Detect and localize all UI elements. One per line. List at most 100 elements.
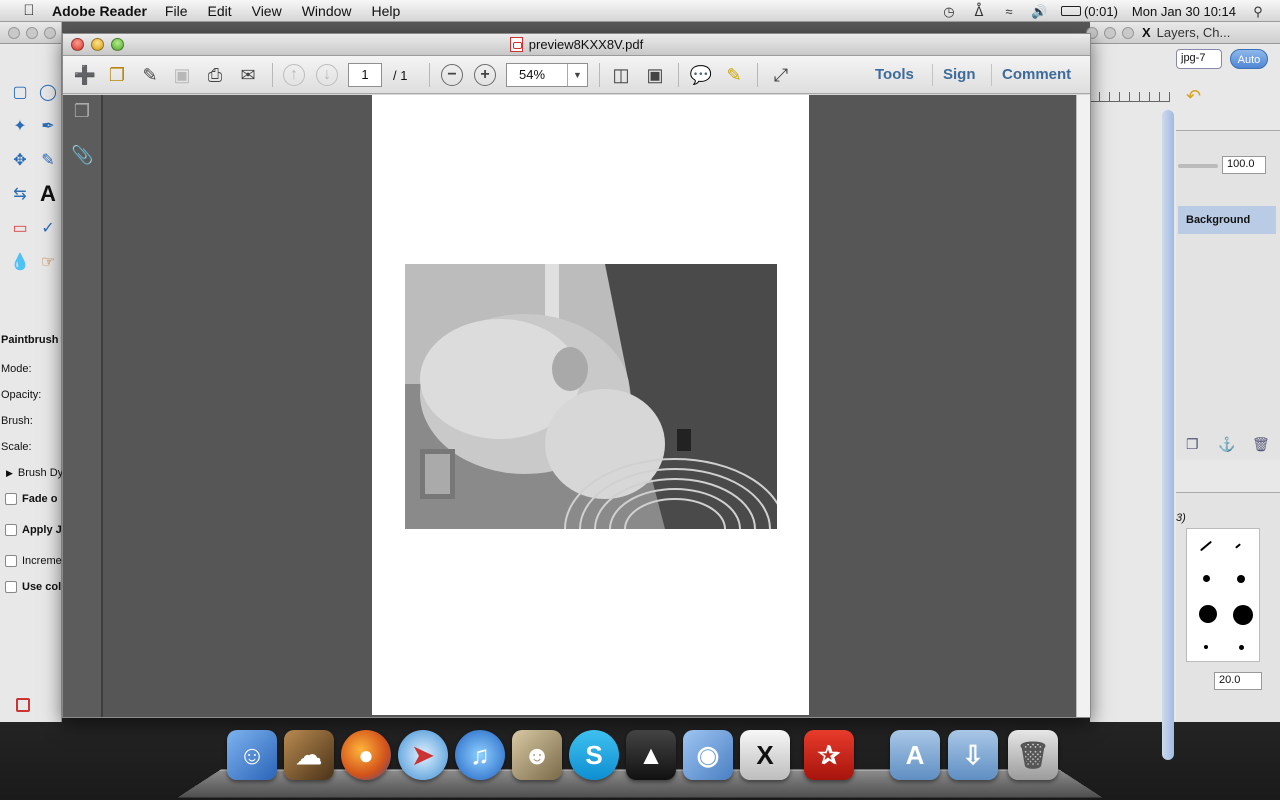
brush-dot[interactable]	[1239, 645, 1244, 650]
sign-link[interactable]: Sign	[943, 66, 976, 83]
opacity-slider[interactable]	[1178, 164, 1218, 168]
next-page-icon[interactable]: ↓	[316, 64, 338, 86]
print-icon[interactable]: ⎙	[203, 63, 227, 87]
zoom-icon[interactable]	[1122, 26, 1134, 39]
image-select[interactable]: jpg-7	[1176, 49, 1222, 69]
brush-dot[interactable]	[1237, 575, 1245, 583]
close-icon[interactable]	[8, 27, 20, 39]
adobe-reader-icon[interactable]: ✰	[804, 730, 854, 780]
use-color-checkbox[interactable]	[5, 581, 17, 593]
document-scrollbar[interactable]	[1076, 95, 1090, 717]
scale-row[interactable]: Scale:	[0, 434, 62, 460]
opacity-row[interactable]: Opacity:	[0, 382, 62, 408]
duplicate-layer-icon[interactable]: ❐	[1186, 436, 1199, 453]
fit-width-icon[interactable]: ▣	[643, 63, 667, 87]
combine-files-icon[interactable]: ❐	[105, 63, 129, 87]
gimp-icon[interactable]: ☻	[512, 730, 562, 780]
ellipse-select-icon[interactable]: ◯	[34, 80, 62, 104]
skype-icon[interactable]: S	[569, 730, 619, 780]
blur-icon[interactable]: 💧	[6, 250, 34, 274]
app-name-menu[interactable]: Adobe Reader	[52, 3, 147, 19]
save-icon[interactable]	[16, 698, 30, 712]
menu-file[interactable]: File	[165, 3, 188, 19]
volume-icon[interactable]: 🔊	[1031, 4, 1047, 19]
page-thumbnails-icon[interactable]: ❐	[71, 101, 93, 123]
full-screen-icon[interactable]: ⤢	[769, 63, 793, 87]
smudge-icon[interactable]: ☞	[34, 250, 62, 274]
brush-grid[interactable]	[1186, 528, 1260, 662]
reader-titlebar[interactable]: preview8KXX8V.pdf	[63, 34, 1090, 56]
firefox-icon[interactable]: ●	[341, 730, 391, 780]
auto-button[interactable]: Auto	[1230, 49, 1268, 69]
brush-dot[interactable]	[1203, 575, 1210, 582]
apply-jitter-checkbox[interactable]	[5, 524, 17, 536]
paths-icon[interactable]: ✒	[34, 114, 62, 138]
flip-icon[interactable]: ⇆	[6, 182, 34, 206]
zoom-select[interactable]: 54% ▼	[506, 63, 588, 87]
spacing-value[interactable]: 20.0	[1214, 672, 1262, 690]
brush-dot[interactable]	[1204, 645, 1208, 649]
minimize-window-icon[interactable]	[91, 38, 104, 51]
vertical-scrollbar[interactable]	[1162, 110, 1174, 760]
pdf-page[interactable]	[372, 95, 809, 715]
incremental-checkbox[interactable]	[5, 555, 17, 567]
sticky-note-icon[interactable]: 💬	[689, 63, 713, 87]
brush-dot[interactable]	[1199, 605, 1217, 623]
brush-dot[interactable]	[1199, 540, 1213, 552]
minimize-icon[interactable]	[26, 27, 38, 39]
fit-page-icon[interactable]: ◫	[609, 63, 633, 87]
time-machine-icon[interactable]: ◷	[941, 4, 957, 19]
create-pdf-icon[interactable]: ➕	[73, 63, 97, 87]
inkscape-icon[interactable]: ▲	[626, 730, 676, 780]
brush-dot[interactable]	[1235, 543, 1241, 549]
wifi-icon[interactable]: ≈	[1001, 4, 1017, 19]
close-window-icon[interactable]	[71, 38, 84, 51]
rect-select-icon[interactable]: ▢	[6, 80, 34, 104]
menu-edit[interactable]: Edit	[207, 3, 231, 19]
iphoto-icon[interactable]: ☁	[284, 730, 334, 780]
previous-page-icon[interactable]: ↑	[283, 64, 305, 86]
chevron-down-icon[interactable]: ▼	[567, 64, 587, 86]
layer-row-background[interactable]: Background	[1178, 206, 1276, 234]
safari-icon[interactable]: ➤	[398, 730, 448, 780]
email-icon[interactable]: ✉	[236, 63, 260, 87]
battery-icon[interactable]: (0:01)	[1060, 4, 1118, 19]
fade-out-row[interactable]: Fade o	[0, 486, 62, 512]
fuzzy-select-icon[interactable]: ✦	[6, 114, 34, 138]
zoom-in-icon[interactable]: +	[474, 64, 496, 86]
zoom-icon[interactable]	[44, 27, 56, 39]
zoom-out-icon[interactable]: −	[441, 64, 463, 86]
clock[interactable]: Mon Jan 30 10:14	[1132, 4, 1236, 19]
brush-dynamics-row[interactable]: ▶ Brush Dy	[0, 460, 62, 486]
opacity-value[interactable]: 100.0	[1222, 156, 1266, 174]
x11-icon[interactable]: X	[740, 730, 790, 780]
spotlight-search-icon[interactable]: ⚲	[1250, 4, 1266, 19]
brush-dot[interactable]	[1233, 605, 1253, 625]
save-icon[interactable]: ▣	[170, 63, 194, 87]
anchor-icon[interactable]: ⚓	[1218, 436, 1235, 453]
brush-row[interactable]: Brush:	[0, 408, 62, 434]
menu-view[interactable]: View	[252, 3, 282, 19]
edit-document-icon[interactable]: ✎	[138, 63, 162, 87]
menu-window[interactable]: Window	[302, 3, 352, 19]
menu-help[interactable]: Help	[372, 3, 401, 19]
bluetooth-icon[interactable]: ᐂ	[971, 4, 987, 19]
fade-checkbox[interactable]	[5, 493, 17, 505]
minimize-icon[interactable]	[1104, 26, 1116, 39]
tools-link[interactable]: Tools	[875, 66, 914, 83]
page-number-input[interactable]: 1	[348, 63, 382, 87]
undo-icon[interactable]: ↶	[1186, 86, 1201, 107]
preview-icon[interactable]: ◉	[683, 730, 733, 780]
move-icon[interactable]: ✥	[6, 148, 34, 172]
apple-icon[interactable]: 	[18, 2, 40, 19]
apply-jitter-row[interactable]: Apply J	[0, 517, 62, 543]
eraser-icon[interactable]: ▭	[6, 216, 34, 240]
attachments-icon[interactable]: 📎	[71, 145, 93, 167]
zoom-window-icon[interactable]	[111, 38, 124, 51]
mode-row[interactable]: Mode:	[0, 356, 62, 382]
highlight-text-icon[interactable]: ✎	[722, 63, 746, 87]
use-color-row[interactable]: Use col	[0, 574, 62, 600]
comment-link[interactable]: Comment	[1002, 66, 1071, 83]
applications-folder-icon[interactable]: A	[890, 730, 940, 780]
trash-icon[interactable]: 🗑	[1008, 730, 1058, 780]
